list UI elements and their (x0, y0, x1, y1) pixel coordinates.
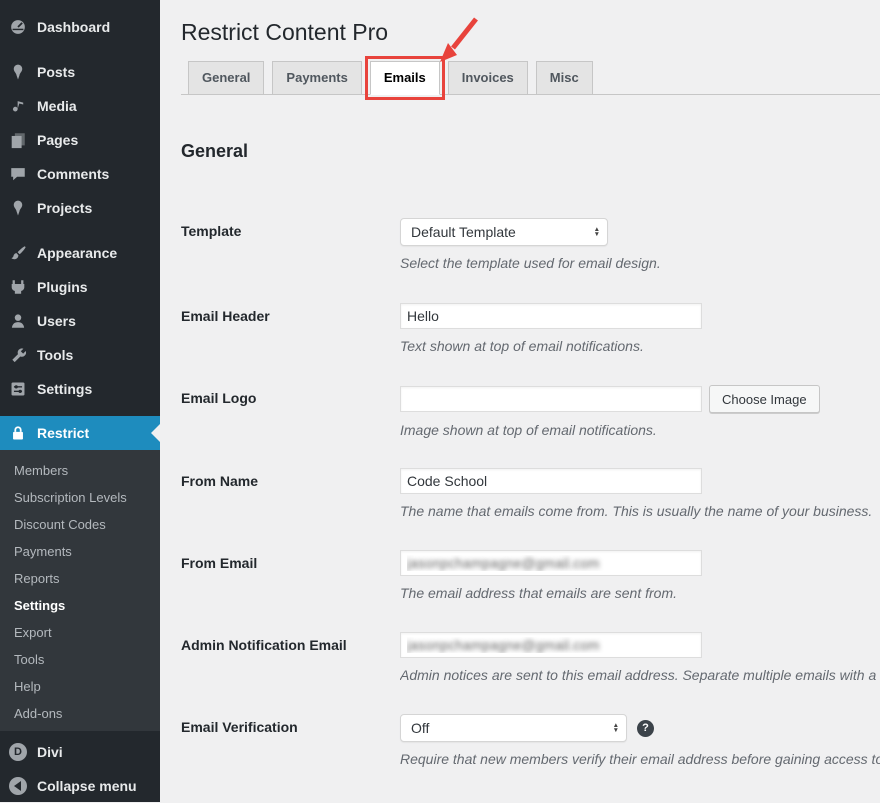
submenu-item-settings[interactable]: Settings (0, 592, 160, 619)
comment-icon (8, 164, 28, 184)
help-question-icon[interactable]: ? (637, 720, 654, 737)
sidebar-item-appearance[interactable]: Appearance (0, 236, 160, 270)
collapse-arrow-icon (8, 776, 28, 796)
template-select[interactable]: Default Template ▲▼ (400, 218, 608, 246)
submenu-item-payments[interactable]: Payments (0, 538, 160, 565)
field-help-text: The name that emails come from. This is … (400, 503, 880, 519)
field-help-text: Admin notices are sent to this email add… (400, 667, 880, 683)
submenu-item-discount-codes[interactable]: Discount Codes (0, 511, 160, 538)
annotation-arrow-icon (430, 14, 482, 68)
tab-misc[interactable]: Misc (536, 61, 593, 95)
page-title: Restrict Content Pro (181, 19, 388, 46)
form-row-template: Template Default Template ▲▼ Select the … (181, 212, 880, 271)
email-header-input[interactable] (400, 303, 702, 329)
email-logo-input[interactable] (400, 386, 702, 412)
select-value: Default Template (411, 224, 516, 240)
form-row-email-verification: Email Verification Off ▲▼ ? Require that… (181, 708, 880, 767)
form-row-email-header: Email Header Text shown at top of email … (181, 297, 880, 354)
form-row-admin-notification-email: Admin Notification Email Admin notices a… (181, 626, 880, 683)
sidebar-item-label: Dashboard (37, 19, 110, 35)
form-row-from-name: From Name The name that emails come from… (181, 462, 880, 519)
field-label: Email Header (181, 297, 400, 354)
field-help-text: Image shown at top of email notification… (400, 422, 880, 438)
field-help-text: Text shown at top of email notifications… (400, 338, 880, 354)
brush-icon (8, 243, 28, 263)
sidebar-separator (0, 44, 160, 55)
sidebar-item-posts[interactable]: Posts (0, 55, 160, 89)
form-row-email-logo: Email Logo Choose Image Image shown at t… (181, 379, 880, 438)
sidebar-item-settings[interactable]: Settings (0, 372, 160, 406)
settings-tabs: General Payments Emails Invoices Misc (188, 61, 593, 95)
submenu-item-export[interactable]: Export (0, 619, 160, 646)
sidebar-item-tools[interactable]: Tools (0, 338, 160, 372)
settings-page: Restrict Content Pro General Payments Em… (160, 0, 880, 802)
sidebar-item-label: Projects (37, 200, 92, 216)
sidebar-item-projects[interactable]: Projects (0, 191, 160, 225)
sidebar-item-label: Divi (37, 744, 63, 760)
lock-icon (8, 423, 28, 443)
plugin-icon (8, 277, 28, 297)
field-label: Template (181, 212, 400, 271)
form-row-from-email: From Email The email address that emails… (181, 544, 880, 601)
field-label: From Email (181, 544, 400, 601)
from-name-input[interactable] (400, 468, 702, 494)
submenu-item-members[interactable]: Members (0, 457, 160, 484)
sidebar-item-pages[interactable]: Pages (0, 123, 160, 157)
select-value: Off (411, 720, 429, 736)
field-label: From Name (181, 462, 400, 519)
sidebar-item-label: Tools (37, 347, 73, 363)
sidebar-item-label: Pages (37, 132, 78, 148)
submenu-item-reports[interactable]: Reports (0, 565, 160, 592)
select-arrows-icon: ▲▼ (613, 723, 619, 733)
dashboard-icon (8, 17, 28, 37)
submenu-item-add-ons[interactable]: Add-ons (0, 700, 160, 727)
field-label: Admin Notification Email (181, 626, 400, 683)
field-help-text: The email address that emails are sent f… (400, 585, 880, 601)
field-label: Email Logo (181, 379, 400, 438)
field-label: Email Verification (181, 708, 400, 767)
admin-sidebar: Dashboard Posts Media Pages Comments Pro… (0, 0, 160, 802)
sidebar-item-label: Posts (37, 64, 75, 80)
sidebar-item-label: Media (37, 98, 77, 114)
choose-image-button[interactable]: Choose Image (709, 385, 820, 413)
divi-icon: D (8, 742, 28, 762)
sidebar-item-plugins[interactable]: Plugins (0, 270, 160, 304)
sidebar-item-media[interactable]: Media (0, 89, 160, 123)
sidebar-item-comments[interactable]: Comments (0, 157, 160, 191)
sidebar-item-label: Users (37, 313, 76, 329)
sidebar-item-divi[interactable]: D Divi (0, 735, 160, 769)
tab-payments[interactable]: Payments (272, 61, 361, 95)
restrict-submenu: Members Subscription Levels Discount Cod… (0, 450, 160, 731)
media-icon (8, 96, 28, 116)
pushpin-icon (8, 198, 28, 218)
sidebar-separator (0, 225, 160, 236)
submenu-item-tools[interactable]: Tools (0, 646, 160, 673)
email-verification-select[interactable]: Off ▲▼ (400, 714, 627, 742)
collapse-menu-button[interactable]: Collapse menu (0, 769, 160, 803)
sidebar-item-users[interactable]: Users (0, 304, 160, 338)
sidebar-item-label: Collapse menu (37, 778, 137, 794)
field-help-text: Select the template used for email desig… (400, 255, 880, 271)
tab-general[interactable]: General (188, 61, 264, 95)
sliders-icon (8, 379, 28, 399)
submenu-item-subscription-levels[interactable]: Subscription Levels (0, 484, 160, 511)
field-help-text: Require that new members verify their em… (400, 751, 880, 767)
select-arrows-icon: ▲▼ (594, 227, 600, 237)
admin-notification-email-input[interactable] (400, 632, 702, 658)
sidebar-item-label: Settings (37, 381, 92, 397)
wrench-icon (8, 345, 28, 365)
sidebar-item-dashboard[interactable]: Dashboard (0, 10, 160, 44)
sidebar-item-label: Plugins (37, 279, 88, 295)
pages-icon (8, 130, 28, 150)
user-icon (8, 311, 28, 331)
sidebar-item-label: Comments (37, 166, 109, 182)
submenu-item-help[interactable]: Help (0, 673, 160, 700)
section-title: General (181, 141, 248, 162)
pushpin-icon (8, 62, 28, 82)
sidebar-item-label: Appearance (37, 245, 117, 261)
from-email-input[interactable] (400, 550, 702, 576)
sidebar-item-restrict[interactable]: Restrict (0, 416, 160, 450)
sidebar-item-label: Restrict (37, 425, 89, 441)
